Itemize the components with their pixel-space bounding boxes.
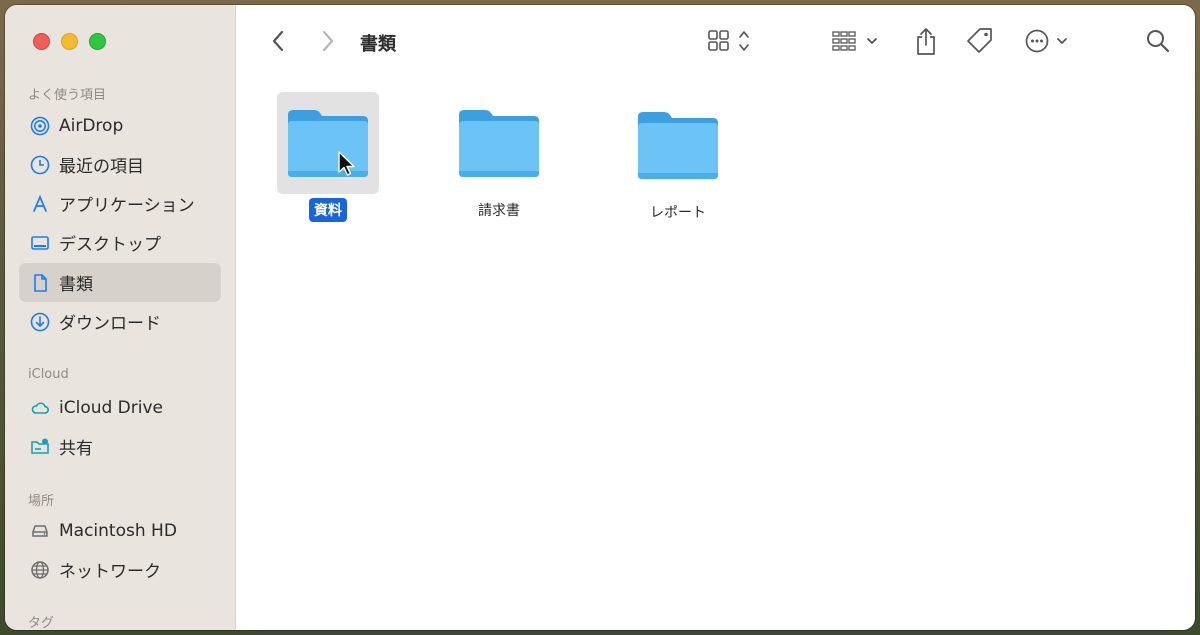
sidebar-item-desktop[interactable]: デスクトップ	[19, 223, 221, 262]
download-icon	[30, 312, 50, 332]
finder-window: よく使う項目 AirDrop 最近の項目 アプリケーション デスクトップ 書類 …	[5, 5, 1195, 630]
mouse-cursor-icon	[338, 151, 355, 176]
sidebar-item-label: AirDrop	[59, 115, 124, 136]
folder-thumbnail	[627, 94, 729, 196]
sidebar-item-shared[interactable]: 共有	[19, 427, 221, 466]
folder-item[interactable]: 資料	[258, 92, 398, 222]
tag-icon	[967, 28, 992, 53]
more-actions-button[interactable]	[1024, 27, 1076, 55]
folder-name: 資料	[309, 198, 347, 222]
airdrop-icon	[30, 116, 50, 136]
close-button[interactable]	[33, 33, 50, 50]
applications-icon	[30, 194, 50, 214]
section-title-favorites: よく使う項目	[28, 88, 107, 103]
sidebar-item-downloads[interactable]: ダウンロード	[19, 302, 221, 341]
sidebar-item-label: Macintosh HD	[59, 520, 177, 541]
section-title-icloud: iCloud	[28, 367, 69, 382]
sidebar-item-network[interactable]: ネットワーク	[19, 550, 221, 589]
ellipsis-circle-icon	[1025, 29, 1067, 53]
folder-thumbnail	[448, 92, 550, 194]
folder-thumbnail	[277, 92, 379, 194]
sidebar-item-icloud-drive[interactable]: iCloud Drive	[19, 388, 221, 427]
folder-icon	[459, 110, 539, 177]
sidebar-item-applications[interactable]: アプリケーション	[19, 184, 221, 223]
folder-icon	[638, 112, 718, 179]
cloud-icon	[30, 398, 50, 418]
drive-icon	[30, 521, 50, 541]
tag-button[interactable]	[963, 25, 997, 57]
document-icon	[30, 273, 50, 293]
clock-icon	[30, 155, 50, 175]
sidebar-item-airdrop[interactable]: AirDrop	[19, 106, 221, 145]
sidebar-item-label: デスクトップ	[59, 235, 161, 255]
sidebar-item-recents[interactable]: 最近の項目	[19, 145, 221, 184]
forward-button[interactable]	[316, 29, 340, 53]
search-icon	[1147, 30, 1170, 53]
sidebar-item-documents[interactable]: 書類	[19, 263, 221, 302]
section-title-tags: タグ	[28, 616, 55, 630]
chevron-left-icon	[272, 30, 284, 52]
group-button[interactable]	[830, 27, 886, 55]
icon-grid-icon	[708, 30, 749, 51]
file-grid: 資料 請求書 レポート	[236, 77, 1195, 630]
sidebar: よく使う項目 AirDrop 最近の項目 アプリケーション デスクトップ 書類 …	[5, 5, 236, 630]
view-mode-button[interactable]	[706, 27, 760, 55]
folder-name: レポート	[650, 205, 706, 221]
sidebar-item-label: 書類	[59, 275, 93, 295]
folder-name: 請求書	[478, 203, 520, 219]
sidebar-item-label: アプリケーション	[59, 196, 195, 216]
back-button[interactable]	[266, 29, 290, 53]
folder-icon	[288, 110, 368, 177]
group-grid-icon	[832, 31, 877, 51]
folder-item[interactable]: レポート	[608, 94, 748, 224]
folder-item[interactable]: 請求書	[429, 92, 569, 222]
sidebar-item-label: 共有	[59, 439, 93, 459]
shared-folder-icon	[30, 437, 50, 457]
share-icon	[917, 28, 935, 55]
desktop-icon	[30, 233, 50, 253]
zoom-button[interactable]	[89, 33, 106, 50]
section-title-locations: 場所	[28, 494, 55, 509]
search-button[interactable]	[1144, 27, 1172, 55]
chevron-right-icon	[322, 30, 334, 52]
sidebar-item-label: ネットワーク	[59, 562, 161, 582]
window-title: 書類	[360, 34, 396, 55]
share-button[interactable]	[911, 25, 941, 57]
network-icon	[30, 560, 50, 580]
window-controls	[33, 33, 106, 50]
sidebar-item-label: iCloud Drive	[59, 397, 164, 418]
sidebar-item-macintosh-hd[interactable]: Macintosh HD	[19, 511, 221, 550]
minimize-button[interactable]	[61, 33, 78, 50]
sidebar-item-label: ダウンロード	[59, 314, 161, 334]
sidebar-item-label: 最近の項目	[59, 157, 144, 177]
